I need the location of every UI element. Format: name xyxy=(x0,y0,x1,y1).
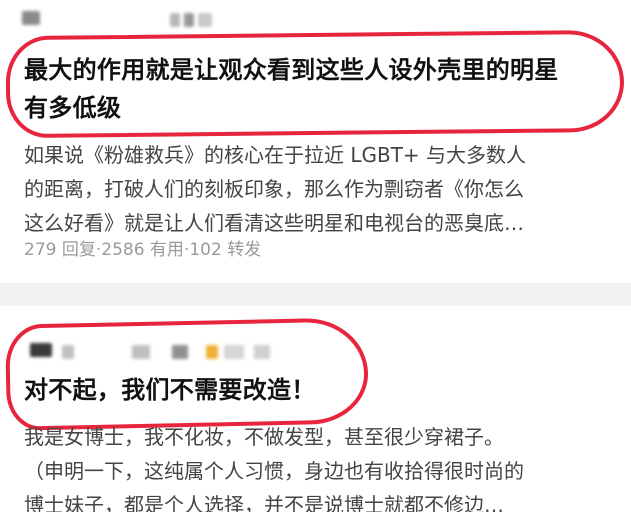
answer-title-line-1[interactable]: 对不起，我们不需要改造！ xyxy=(24,372,316,408)
author-info-blurred[interactable] xyxy=(22,10,222,27)
answer-stats: 279 回复 · 2586 有用 · 102 转发 xyxy=(24,238,261,262)
reply-count[interactable]: 279 回复 xyxy=(24,238,96,262)
answer-excerpt-line[interactable]: 这么好看》就是让人们看清这些明星和电视台的恶臭底… xyxy=(24,206,524,240)
avatar xyxy=(22,11,40,25)
useful-count[interactable]: 2586 有用 xyxy=(101,238,184,262)
answer-card[interactable]: 对不起，我们不需要改造！ 我是女博士，我不化妆，不做发型，甚至很少穿裙子。 （申… xyxy=(0,306,631,512)
answer-excerpt-line[interactable]: 如果说《粉雄救兵》的核心在于拉近 LGBT+ 与大多数人 xyxy=(24,138,526,172)
answer-excerpt-line[interactable]: 我是女博士，我不化妆，不做发型，甚至很少穿裙子。 xyxy=(24,420,504,454)
avatar xyxy=(30,343,52,357)
answer-excerpt-line[interactable]: 的距离，打破人们的刻板印象，那么作为剽窃者《你怎么 xyxy=(24,172,524,206)
answer-title-line-1[interactable]: 最大的作用就是让观众看到这些人设外壳里的明星 xyxy=(24,52,559,88)
repost-count[interactable]: 102 转发 xyxy=(189,238,261,262)
author-info-blurred[interactable] xyxy=(22,342,282,359)
answer-title-line-2[interactable]: 有多低级 xyxy=(24,90,121,126)
answer-feed: 最大的作用就是让观众看到这些人设外壳里的明星 有多低级 如果说《粉雄救兵》的核心… xyxy=(0,0,631,512)
answer-excerpt-line[interactable]: （申明一下，这纯属个人习惯，身边也有收拾得很时尚的 xyxy=(24,454,524,488)
answer-excerpt-line[interactable]: 博士妹子，都是个人选择，并不是说博士就都不修边… xyxy=(24,488,504,512)
answer-card[interactable]: 最大的作用就是让观众看到这些人设外壳里的明星 有多低级 如果说《粉雄救兵》的核心… xyxy=(0,0,631,283)
